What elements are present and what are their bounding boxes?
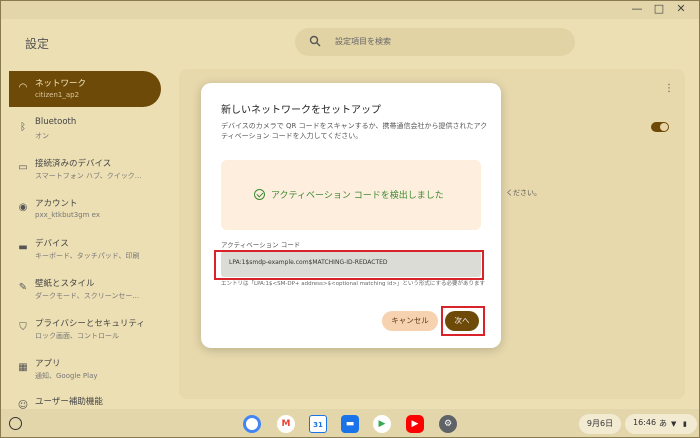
sidebar-item-connected-devices[interactable]: ▭ 接続済みのデバイス スマートフォン ハブ、クイック... (9, 151, 161, 187)
window-titlebar: — □ ✕ (1, 1, 699, 19)
sidebar-item-sublabel: ロック画面、コントロール (35, 332, 119, 340)
sidebar-item-sublabel: citizen1_ap2 (35, 91, 80, 99)
status-tray[interactable]: 16:46 あ ▼ ▮ (625, 414, 697, 434)
mobile-data-toggle[interactable] (651, 122, 669, 132)
chrome-icon[interactable] (243, 415, 261, 433)
sidebar-item-apps[interactable]: ▦ アプリ 通知、Google Play (9, 351, 161, 387)
dialog-title: 新しいネットワークをセットアップ (221, 105, 381, 116)
sidebar-item-sublabel: スマートフォン ハブ、クイック... (35, 172, 142, 180)
screen: — □ ✕ 設定 設定項目を検索 ◠ ネットワーク citizen1_ap2 ᛒ… (0, 0, 700, 438)
minimize-icon[interactable]: — (629, 2, 645, 15)
sidebar-item-sublabel: 通知、Google Play (35, 372, 98, 380)
date-chip[interactable]: 9月6日 (579, 414, 621, 434)
shelf: M 31 ▬ ▶ ▶ ⚙ 9月6日 16:46 あ ▼ ▮ (1, 409, 699, 437)
activation-code-label: アクティベーション コード (221, 241, 301, 249)
calendar-icon[interactable]: 31 (309, 415, 327, 433)
sidebar-item-sublabel: オン (35, 132, 49, 140)
account-icon: ◉ (18, 202, 28, 213)
sidebar-item-label: ユーザー補助機能 (35, 397, 103, 407)
sidebar-item-label: 接続済みのデバイス (35, 159, 112, 169)
sidebar-item-sublabel: pxx_ktkbut3gm ex (35, 211, 100, 219)
laptop-icon: ▬ (18, 242, 28, 253)
sidebar-item-sublabel: キーボード、タッチパッド、印刷 (35, 252, 140, 260)
shield-icon: ⛉ (19, 322, 27, 333)
play-store-icon[interactable]: ▶ (373, 415, 391, 433)
highlight-activation-code (214, 250, 484, 280)
check-circle-icon (254, 189, 265, 200)
sidebar-item-bluetooth[interactable]: ᛒ Bluetooth オン (9, 111, 161, 147)
youtube-icon[interactable]: ▶ (406, 415, 424, 433)
content-text: ください。 (506, 189, 541, 197)
devices-icon: ▭ (18, 162, 28, 173)
code-detected-text: アクティベーション コードを検出しました (271, 191, 444, 201)
activation-code-hint: エントリは「LPA:1$<SM-DP+ address>$<optional m… (221, 281, 485, 287)
palette-icon: ✎ (18, 282, 28, 293)
search-input[interactable]: 設定項目を検索 (295, 28, 575, 56)
sidebar-item-device[interactable]: ▬ デバイス キーボード、タッチパッド、印刷 (9, 231, 161, 267)
sidebar-item-label: デバイス (35, 239, 69, 249)
ime-indicator: あ (659, 419, 667, 428)
sidebar-item-label: アカウント (35, 199, 78, 209)
wifi-icon: ◠ (18, 82, 28, 93)
battery-icon: ▮ (683, 420, 687, 428)
close-icon[interactable]: ✕ (673, 2, 689, 15)
gmail-icon[interactable]: M (277, 415, 295, 433)
sidebar-item-label: アプリ (35, 359, 61, 369)
cancel-button[interactable]: キャンセル (382, 311, 438, 331)
apps-icon: ▦ (18, 362, 28, 373)
settings-app-icon[interactable]: ⚙ (439, 415, 457, 433)
sidebar-item-label: プライバシーとセキュリティ (35, 319, 145, 329)
sidebar-item-label: Bluetooth (35, 117, 77, 127)
launcher-icon[interactable] (9, 417, 22, 430)
sidebar-item-wallpaper[interactable]: ✎ 壁紙とスタイル ダークモード、スクリーンセー... (9, 271, 161, 307)
sidebar-item-privacy[interactable]: ⛉ プライバシーとセキュリティ ロック画面、コントロール (9, 311, 161, 347)
app-title: 設定 (25, 37, 50, 51)
search-placeholder: 設定項目を検索 (335, 37, 391, 46)
search-icon (309, 35, 321, 47)
maximize-icon[interactable]: □ (651, 2, 667, 15)
sidebar-item-label: 壁紙とスタイル (35, 279, 95, 289)
code-detected-banner: アクティベーション コードを検出しました (221, 160, 481, 230)
bluetooth-icon: ᛒ (20, 122, 26, 133)
more-options-icon[interactable]: ⋮ (664, 83, 674, 94)
wifi-status-icon: ▼ (671, 420, 677, 428)
sidebar-item-sublabel: ダークモード、スクリーンセー... (35, 292, 140, 300)
files-icon[interactable]: ▬ (341, 415, 359, 433)
dialog-description: デバイスのカメラで QR コードをスキャンするか、携帯通信会社から提供されたアク… (221, 122, 488, 140)
sidebar-item-label: ネットワーク (35, 79, 87, 89)
sidebar-item-network[interactable]: ◠ ネットワーク citizen1_ap2 (9, 71, 161, 107)
clock: 16:46 (633, 418, 657, 427)
sidebar-item-accounts[interactable]: ◉ アカウント pxx_ktkbut3gm ex (9, 191, 161, 227)
highlight-next-button (441, 306, 485, 336)
